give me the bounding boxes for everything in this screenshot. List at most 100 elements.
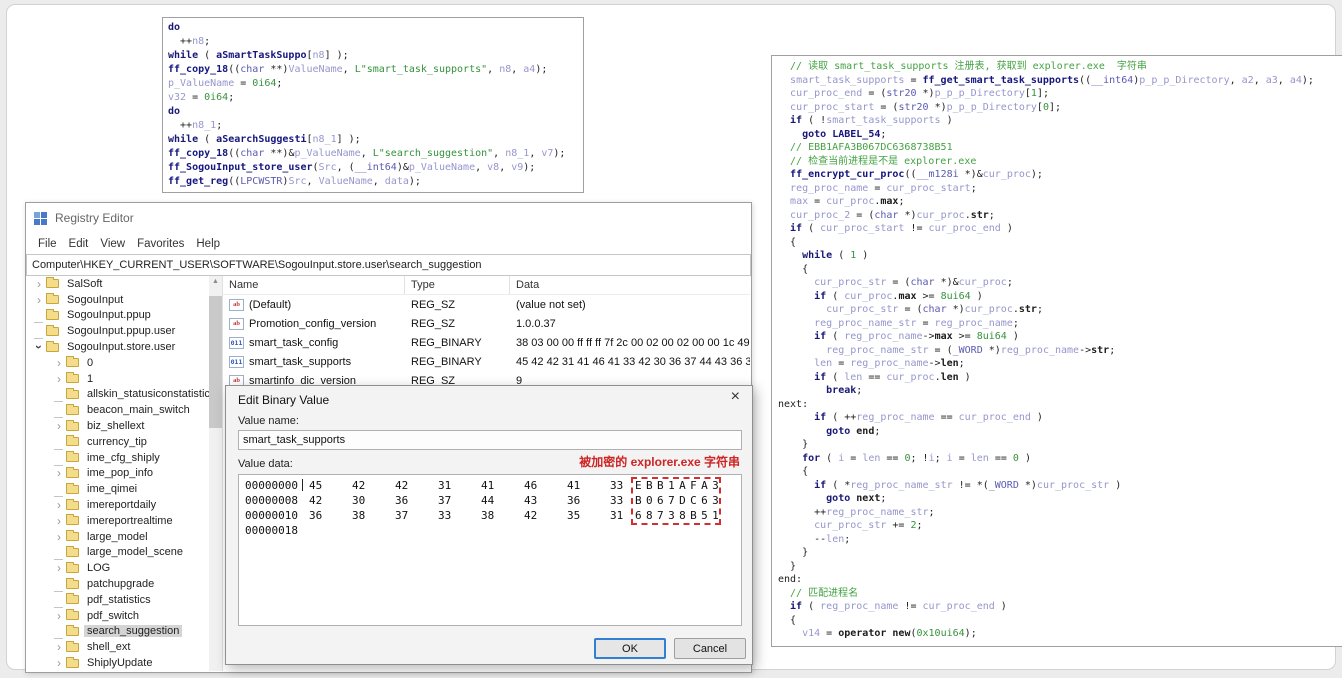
chevron-collapsed-icon[interactable]: › — [52, 610, 66, 622]
hex-ascii: EBB1AFA3 — [635, 479, 724, 492]
value-type-cell: REG_BINARY — [411, 336, 482, 349]
hex-row: 00000018 — [245, 523, 741, 538]
hex-byte: 42 — [524, 509, 538, 522]
hex-byte: 41 — [567, 479, 581, 492]
tree-label: ime_pop_info — [87, 467, 154, 480]
value-name-input[interactable]: smart_task_supports — [238, 430, 742, 450]
tree-item-pdf_statistics[interactable]: pdf_statistics — [26, 592, 209, 608]
tree-item-large_model_scene[interactable]: large_model_scene — [26, 545, 209, 561]
tree-item-large_model[interactable]: › large_model — [26, 529, 209, 545]
tree-label: LOG — [87, 562, 111, 575]
chevron-collapsed-icon[interactable]: › — [52, 357, 66, 369]
chevron-collapsed-icon[interactable]: › — [52, 467, 66, 479]
chevron-collapsed-icon[interactable]: › — [52, 641, 66, 653]
value-data-cell: 45 42 42 31 41 46 41 33 42 30 36 37 44 4… — [516, 355, 750, 368]
tree-item-SogouInput.ppup.user[interactable]: SogouInput.ppup.user — [26, 323, 209, 340]
tree-item-allskin_statusiconstatistics[interactable]: allskin_statusiconstatistics — [26, 387, 209, 403]
folder-icon — [46, 340, 59, 352]
code-line: } — [778, 547, 809, 558]
chevron-expanded-icon[interactable]: › — [32, 340, 46, 354]
chevron-collapsed-icon[interactable]: › — [52, 499, 66, 511]
code-line: ++n8_1; — [168, 120, 223, 131]
cancel-button[interactable]: Cancel — [674, 638, 746, 659]
code-line: reg_proc_name_str = (_WORD *)reg_proc_na… — [826, 344, 1116, 356]
chevron-collapsed-icon[interactable]: › — [52, 420, 66, 432]
list-header: Name Type Data — [223, 276, 750, 295]
menu-favorites[interactable]: Favorites — [131, 238, 190, 250]
ok-button[interactable]: OK — [594, 638, 666, 659]
tree-label: SogouInput.store.user — [67, 341, 176, 354]
column-header-name[interactable]: Name — [223, 276, 405, 294]
hex-byte: 38 — [481, 509, 495, 522]
scroll-up-icon[interactable]: ▲ — [209, 278, 222, 285]
hex-byte: 42 — [352, 479, 366, 492]
code-line: p_ValueName = 0i64; — [168, 78, 283, 89]
tree-item-patchupgrade[interactable]: patchupgrade — [26, 576, 209, 593]
folder-icon — [66, 545, 79, 557]
tree-item-currency_tip[interactable]: currency_tip — [26, 434, 209, 450]
tree-item-pdf_switch[interactable]: › pdf_switch — [26, 608, 209, 624]
scroll-thumb[interactable] — [209, 296, 222, 428]
code-line: while ( aSearchSuggesti[n8_1] ); — [168, 134, 361, 145]
column-header-type[interactable]: Type — [405, 276, 510, 294]
value-row-smart_task_config[interactable]: 011 smart_task_config REG_BINARY 38 03 00 0… — [223, 333, 750, 352]
folder-icon — [66, 498, 79, 510]
tree-item-ime_pop_info[interactable]: › ime_pop_info — [26, 466, 209, 482]
tree-item-biz_shellext[interactable]: › biz_shellext — [26, 418, 209, 434]
menu-view[interactable]: View — [94, 238, 131, 250]
hex-byte: 36 — [395, 494, 409, 507]
hex-byte: 36 — [309, 509, 323, 522]
hex-byte: 41 — [481, 479, 495, 492]
hex-offset: 00000000 — [245, 479, 298, 492]
chevron-collapsed-icon[interactable]: › — [52, 531, 66, 543]
value-name-text: smart_task_config — [249, 336, 339, 349]
tree-item-ime_cfg_shiply[interactable]: ime_cfg_shiply — [26, 450, 209, 466]
tree-item-search_suggestion[interactable]: search_suggestion — [26, 624, 209, 640]
tree-item-ime_qimei[interactable]: ime_qimei — [26, 481, 209, 498]
tree-item-imereportdaily[interactable]: › imereportdaily — [26, 497, 209, 513]
tree-item-SalSoft[interactable]: › SalSoft — [26, 276, 209, 292]
tree-scrollbar[interactable]: ▲ — [209, 276, 222, 671]
value-name-text: smart_task_supports — [249, 355, 352, 368]
chevron-collapsed-icon[interactable]: › — [52, 373, 66, 385]
tree-item-beacon_main_switch[interactable]: beacon_main_switch — [26, 402, 209, 419]
address-bar[interactable]: Computer\HKEY_CURRENT_USER\SOFTWARE\Sogo… — [26, 254, 751, 276]
menu-help[interactable]: Help — [190, 238, 226, 250]
folder-icon — [66, 640, 79, 652]
value-name-text: Promotion_config_version — [249, 317, 377, 330]
code-line: if ( reg_proc_name != cur_proc_end ) — [778, 601, 1007, 612]
hex-row: 00000010 36 38 37 33 38 42 35 31 68738B51 — [245, 508, 741, 523]
tree-item-ShiplyUpdate[interactable]: › ShiplyUpdate — [26, 655, 209, 671]
annotation-text: 被加密的 explorer.exe 字符串 — [579, 455, 740, 469]
tree-label: imereportdaily — [87, 499, 157, 512]
tree-item-LOG[interactable]: › LOG — [26, 560, 209, 576]
menu-edit[interactable]: Edit — [63, 238, 95, 250]
value-name-cell: ab (Default) — [223, 298, 405, 311]
chevron-collapsed-icon[interactable]: › — [32, 294, 46, 306]
tree-item-SogouInput[interactable]: › SogouInput — [26, 292, 209, 308]
chevron-collapsed-icon[interactable]: › — [52, 657, 66, 669]
tree-item-imereportrealtime[interactable]: › imereportrealtime — [26, 513, 209, 529]
chevron-collapsed-icon[interactable]: › — [52, 515, 66, 527]
value-row-(Default)[interactable]: ab (Default) REG_SZ (value not set) — [223, 295, 750, 314]
chevron-collapsed-icon[interactable]: › — [52, 562, 66, 574]
value-row-smart_task_supports[interactable]: 011 smart_task_supports REG_BINARY 45 42 42… — [223, 352, 750, 371]
tree-item-SogouInput.store.user[interactable]: › SogouInput.store.user — [26, 339, 209, 355]
tree-item-SogouInput.ppup[interactable]: SogouInput.ppup — [26, 308, 209, 324]
close-icon[interactable]: × — [731, 389, 740, 405]
hex-editor[interactable]: 00000000 45 42 42 31 41 46 41 33 EBB1AFA3 00000008… — [238, 474, 742, 626]
value-row-Promotion_config_version[interactable]: ab Promotion_config_version REG_SZ 1.0.0.37 — [223, 314, 750, 333]
menu-file[interactable]: File — [32, 238, 63, 250]
tree-item-shell_ext[interactable]: › shell_ext — [26, 639, 209, 655]
chevron-collapsed-icon[interactable]: › — [32, 278, 46, 290]
code-line: { — [778, 236, 797, 248]
code-line: goto end; — [778, 425, 881, 437]
hex-byte: 42 — [395, 479, 409, 492]
tree-label: ShiplyUpdate — [87, 657, 153, 670]
registry-titlebar[interactable]: Registry Editor — [26, 203, 751, 233]
column-header-data[interactable]: Data — [510, 276, 750, 294]
code-line: --len; — [778, 533, 851, 545]
tree-item-1[interactable]: › 1 — [26, 371, 209, 387]
code-line: max = cur_proc.max; — [790, 196, 905, 207]
tree-item-0[interactable]: › 0 — [26, 355, 209, 371]
